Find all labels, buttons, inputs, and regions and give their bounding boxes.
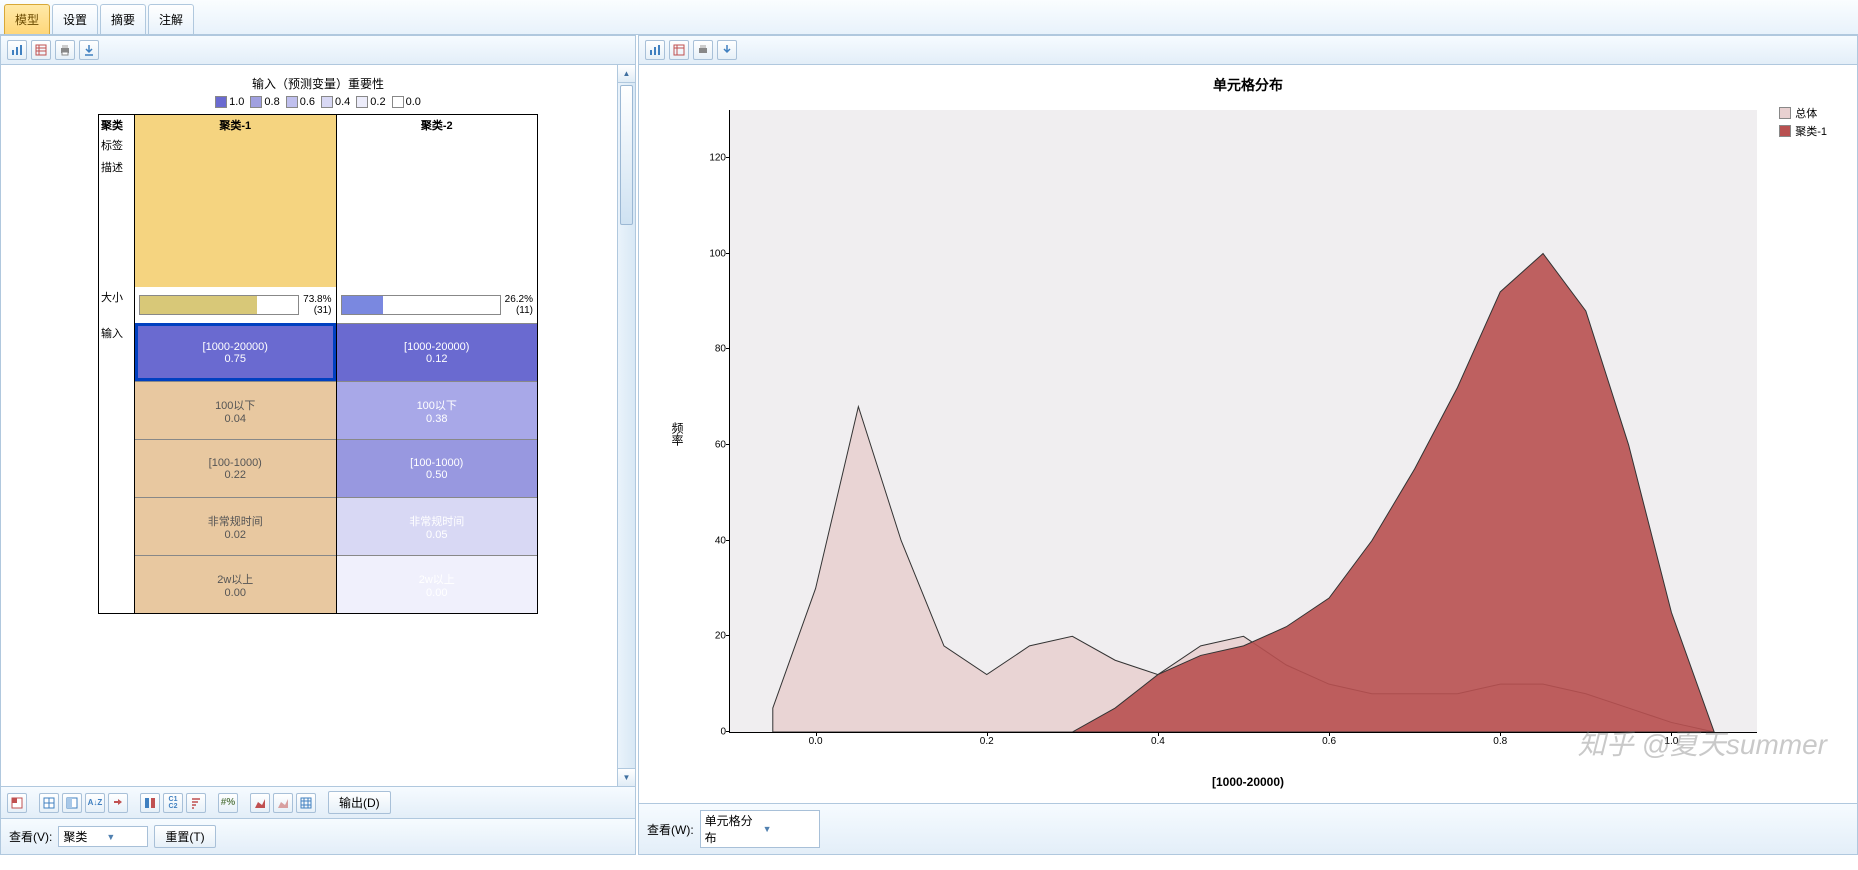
- size-cell-2[interactable]: 26.2%(11): [337, 287, 538, 323]
- right-bottom-bar: 查看(W): 单元格分布▼: [639, 803, 1857, 854]
- chart-xlabel: [1000-20000): [1212, 775, 1284, 789]
- input-cell[interactable]: 100以下0.04: [135, 381, 336, 439]
- view-label-right: 查看(W):: [647, 821, 694, 838]
- print-icon-r[interactable]: [693, 40, 713, 60]
- scroll-thumb[interactable]: [620, 85, 633, 225]
- right-body: 单元格分布 总体聚类-1 频率 0204060801001200.00.20.4…: [639, 65, 1857, 803]
- size-n-2: (11): [505, 305, 533, 316]
- left-bottom-bar: 查看(V): 聚类▼ 重置(T): [1, 818, 635, 854]
- percent-icon[interactable]: #%: [218, 793, 238, 813]
- legend-swatch: 0.4: [321, 96, 350, 108]
- output-button[interactable]: 输出(D): [328, 791, 391, 814]
- label-cell-2[interactable]: [337, 135, 538, 157]
- reset-button[interactable]: 重置(T): [154, 825, 215, 848]
- input-cell[interactable]: [100-1000)0.22: [135, 439, 336, 497]
- tab-settings[interactable]: 设置: [52, 4, 98, 34]
- col-header-1[interactable]: 聚类-1: [135, 115, 337, 135]
- view-value-right: 单元格分布: [705, 812, 757, 846]
- importance-title: 输入（预测变量）重要性: [98, 75, 538, 92]
- export-icon-r[interactable]: [717, 40, 737, 60]
- grid-blue2-icon[interactable]: [62, 793, 82, 813]
- input-cell[interactable]: [1000-20000)0.12: [337, 323, 538, 381]
- grid3-icon[interactable]: [296, 793, 316, 813]
- chart-ylabel: 频率: [669, 422, 686, 446]
- input-cell[interactable]: 非常规时间0.02: [135, 497, 336, 555]
- desc-cell-2[interactable]: [337, 157, 538, 287]
- view-value-left: 聚类: [63, 828, 100, 845]
- tab-summary[interactable]: 摘要: [100, 4, 146, 34]
- left-scrollbar[interactable]: ▲ ▼: [617, 65, 635, 786]
- legend-swatch: 1.0: [215, 96, 244, 108]
- chart-icon-r[interactable]: [645, 40, 665, 60]
- input-cell[interactable]: 2w以上0.00: [337, 555, 538, 613]
- row-header-cluster: 聚类: [99, 115, 135, 135]
- legend-swatch: 0.2: [356, 96, 385, 108]
- input-cell[interactable]: [100-1000)0.50: [337, 439, 538, 497]
- table-icon[interactable]: [31, 40, 51, 60]
- legend-swatch: 0.0: [392, 96, 421, 108]
- chart-plot[interactable]: 0204060801001200.00.20.40.60.81.0: [729, 110, 1757, 733]
- right-pane: 单元格分布 总体聚类-1 频率 0204060801001200.00.20.4…: [638, 35, 1858, 855]
- pivot-icon[interactable]: [140, 793, 160, 813]
- row-header-desc: 描述: [99, 157, 135, 287]
- sort-desc-icon[interactable]: [186, 793, 206, 813]
- inputs-col-2: [1000-20000)0.12100以下0.38[100-1000)0.50非…: [337, 323, 538, 613]
- cluster-table: 聚类 聚类-1 聚类-2 标签 描述: [98, 114, 538, 614]
- row-header-input: 输入: [99, 323, 135, 613]
- export-icon[interactable]: [79, 40, 99, 60]
- row-header-size: 大小: [99, 287, 135, 323]
- sort-az-icon[interactable]: A↓Z: [85, 793, 105, 813]
- scroll-down-icon[interactable]: ▼: [618, 768, 635, 786]
- input-cell[interactable]: 2w以上0.00: [135, 555, 336, 613]
- size-pct-1: 73.8%: [303, 294, 331, 305]
- left-toolbar: [1, 36, 635, 65]
- view-combo-left[interactable]: 聚类▼: [58, 826, 148, 847]
- c1c2-icon[interactable]: C1C2: [163, 793, 183, 813]
- view-combo-right[interactable]: 单元格分布▼: [700, 810, 820, 848]
- input-cell[interactable]: 非常规时间0.05: [337, 497, 538, 555]
- size-cell-1[interactable]: 73.8%(31): [135, 287, 337, 323]
- col-header-2[interactable]: 聚类-2: [337, 115, 538, 135]
- input-cell[interactable]: 100以下0.38: [337, 381, 538, 439]
- left-body: 输入（预测变量）重要性 1.0 0.8 0.6 0.4 0.2 0.0 聚类 聚类-1 聚…: [1, 65, 635, 786]
- row-header-label: 标签: [99, 135, 135, 157]
- chart-legend-item: 总体: [1779, 105, 1827, 121]
- area1-icon[interactable]: [250, 793, 270, 813]
- size-pct-2: 26.2%: [505, 294, 533, 305]
- grid-red-icon[interactable]: [7, 793, 27, 813]
- chart-legend: 总体聚类-1: [1779, 105, 1827, 141]
- label-cell-1[interactable]: [135, 135, 337, 157]
- chart-icon[interactable]: [7, 40, 27, 60]
- print-icon[interactable]: [55, 40, 75, 60]
- table-icon-r[interactable]: [669, 40, 689, 60]
- size-n-1: (31): [303, 305, 331, 316]
- right-toolbar: [639, 36, 1857, 65]
- chart-title: 单元格分布: [659, 75, 1837, 95]
- importance-legend: 1.0 0.8 0.6 0.4 0.2 0.0: [98, 96, 538, 108]
- tab-annotation[interactable]: 注解: [148, 4, 194, 34]
- top-tabs: 模型 设置 摘要 注解: [0, 0, 1858, 35]
- chart-legend-item: 聚类-1: [1779, 123, 1827, 139]
- legend-swatch: 0.8: [250, 96, 279, 108]
- chart-area: 单元格分布 总体聚类-1 频率 0204060801001200.00.20.4…: [659, 75, 1837, 793]
- input-cell[interactable]: [1000-20000)0.75: [135, 323, 336, 381]
- grid-blue1-icon[interactable]: [39, 793, 59, 813]
- tab-model[interactable]: 模型: [4, 4, 50, 34]
- transpose-icon[interactable]: [108, 793, 128, 813]
- legend-swatch: 0.6: [286, 96, 315, 108]
- left-footer-toolbar: A↓Z C1C2 #% 输出(D): [1, 786, 635, 818]
- scroll-up-icon[interactable]: ▲: [618, 65, 635, 83]
- inputs-col-1: [1000-20000)0.75100以下0.04[100-1000)0.22非…: [135, 323, 337, 613]
- view-label-left: 查看(V):: [9, 828, 52, 845]
- area2-icon[interactable]: [273, 793, 293, 813]
- left-pane: 输入（预测变量）重要性 1.0 0.8 0.6 0.4 0.2 0.0 聚类 聚类-1 聚…: [0, 35, 636, 855]
- desc-cell-1[interactable]: [135, 157, 337, 287]
